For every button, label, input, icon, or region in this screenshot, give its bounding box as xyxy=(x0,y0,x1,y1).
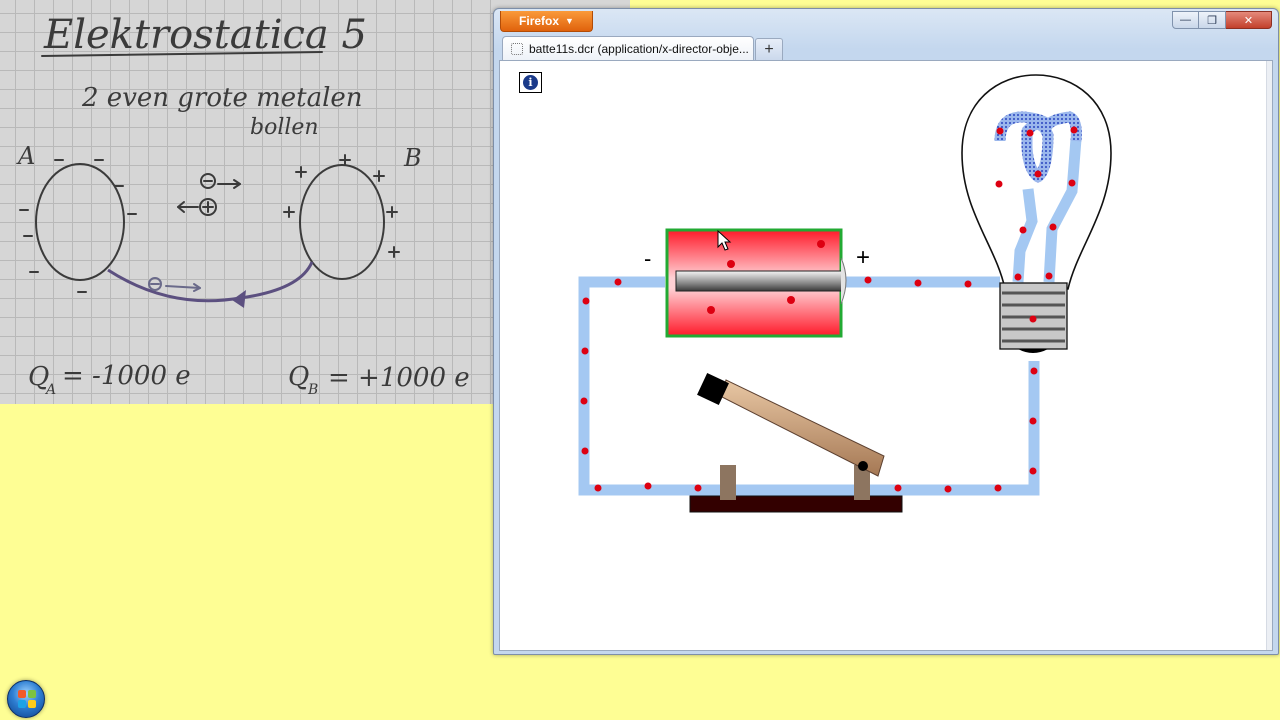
bulb-filament xyxy=(994,111,1082,183)
battery-minus-label: - xyxy=(644,246,651,271)
particle-symbols xyxy=(177,173,241,216)
circuit-simulation: - + xyxy=(578,74,1112,513)
notebook-subtitle-2: bollen xyxy=(250,115,319,140)
plus-icon: + xyxy=(764,40,774,58)
sphere-a xyxy=(35,163,125,281)
charge-b-value: = +1000 e xyxy=(328,363,470,393)
notebook-subtitle-1: 2 even grote metalen xyxy=(81,83,363,113)
switch-lever[interactable] xyxy=(721,379,885,477)
sphere-b-label: B xyxy=(403,144,422,172)
notebook-photo: Elektrostatica 5 2 even grote metalen bo… xyxy=(0,0,494,404)
minus-marks xyxy=(19,159,137,293)
charge-b-sub: B xyxy=(307,382,318,398)
dropdown-caret-icon: ▼ xyxy=(565,16,574,26)
sphere-b xyxy=(299,164,385,280)
tab-title: batte11s.dcr (application/x-director-obj… xyxy=(529,41,749,56)
firefox-window: Firefox ▼ — ❐ ✕ batte11s.dcr (applicatio… xyxy=(493,8,1279,655)
windows-flag-icon xyxy=(18,690,36,708)
firefox-menu-button[interactable]: Firefox ▼ xyxy=(500,11,593,32)
new-tab-button[interactable]: + xyxy=(755,38,783,60)
charge-b-q: Q xyxy=(288,362,309,392)
windows-start-icon[interactable] xyxy=(7,680,45,718)
maximize-icon[interactable]: ❐ xyxy=(1199,11,1226,29)
charge-a-sub: A xyxy=(44,382,56,398)
charge-a-value: = -1000 e xyxy=(62,361,191,391)
minimize-icon[interactable]: — xyxy=(1172,11,1199,29)
firefox-menu-label: Firefox xyxy=(519,14,560,28)
connecting-wire xyxy=(107,261,314,303)
battery-plus-label: + xyxy=(856,244,870,271)
page-content: i - + xyxy=(499,60,1273,651)
vertical-scrollbar[interactable] xyxy=(1266,61,1272,650)
sphere-a-label: A xyxy=(16,142,35,170)
close-icon[interactable]: ✕ xyxy=(1226,11,1272,29)
page-icon xyxy=(511,42,523,55)
browser-tab[interactable]: batte11s.dcr (application/x-director-obj… xyxy=(502,36,754,60)
